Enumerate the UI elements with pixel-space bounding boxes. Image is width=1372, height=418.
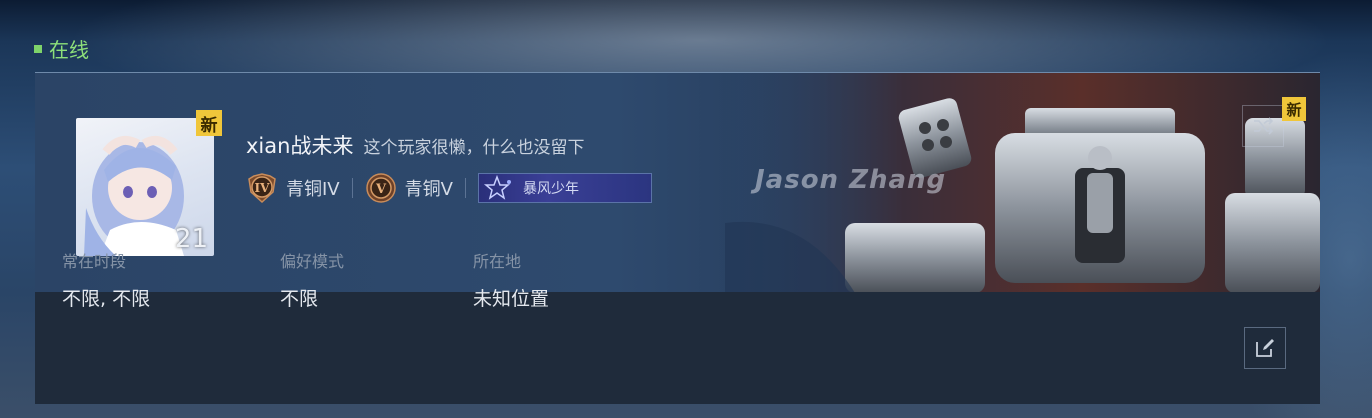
title-badge-label: 暴风少年: [522, 181, 579, 197]
info-active-time: 常在时段 不限, 不限: [62, 248, 150, 311]
rank-label: 青铜V: [404, 179, 453, 200]
player-name: xian战未来: [246, 134, 354, 158]
divider: [351, 178, 353, 198]
profile-header: 21 新 xian战未来 这个玩家很懒，什么也没留下 IV 青铜IV V 青铜V…: [35, 72, 1320, 293]
profile-info-panel: [35, 292, 1320, 404]
edit-profile-button[interactable]: [1244, 327, 1286, 369]
title-badge[interactable]: 暴风少年: [477, 173, 652, 203]
rank-item-bronze-v[interactable]: V 青铜V: [365, 172, 453, 204]
rank-bronze-v-icon: V: [365, 173, 396, 203]
signature-text: Jason Zhang: [755, 165, 947, 195]
profile-card: 21 新 xian战未来 这个玩家很懒，什么也没留下 IV 青铜IV V 青铜V…: [35, 72, 1320, 404]
player-bio: 这个玩家很懒，什么也没留下: [363, 138, 585, 158]
active-time-value: 不限, 不限: [62, 288, 151, 310]
rank-bronze-iv-icon: IV: [248, 173, 276, 204]
star-icon: [483, 174, 511, 200]
location-label: 所在地: [473, 252, 522, 271]
preferred-mode-label: 偏好模式: [280, 252, 345, 271]
shuffle-icon: [1254, 117, 1274, 135]
svg-text:V: V: [375, 182, 387, 197]
location-value: 未知位置: [473, 288, 550, 310]
status-label: 在线: [49, 38, 89, 62]
info-preferred-mode: 偏好模式 不限: [280, 248, 344, 311]
rank-row: IV 青铜IV V 青铜V 暴风少年: [246, 172, 652, 204]
divider: [464, 178, 466, 198]
profile-banner[interactable]: Jason Zhang 新: [725, 73, 1320, 293]
avatar[interactable]: 21 新: [76, 110, 222, 256]
svg-text:IV: IV: [255, 181, 271, 195]
edit-icon: [1256, 339, 1274, 357]
new-badge: 新: [196, 110, 222, 136]
rank-label: 青铜IV: [286, 179, 340, 200]
shuffle-banner-button[interactable]: [1242, 105, 1284, 147]
info-location: 所在地 未知位置: [473, 248, 549, 311]
avatar-image: 21: [76, 118, 214, 256]
rank-item-bronze-iv[interactable]: IV 青铜IV: [246, 172, 340, 204]
banner-new-badge: 新: [1282, 97, 1306, 121]
active-time-label: 常在时段: [62, 252, 127, 271]
avatar-level: 21: [174, 224, 208, 254]
online-status: 在线: [34, 34, 89, 63]
name-row: xian战未来 这个玩家很懒，什么也没留下: [246, 130, 584, 160]
preferred-mode-value: 不限: [280, 288, 319, 310]
status-dot-icon: [34, 44, 42, 53]
